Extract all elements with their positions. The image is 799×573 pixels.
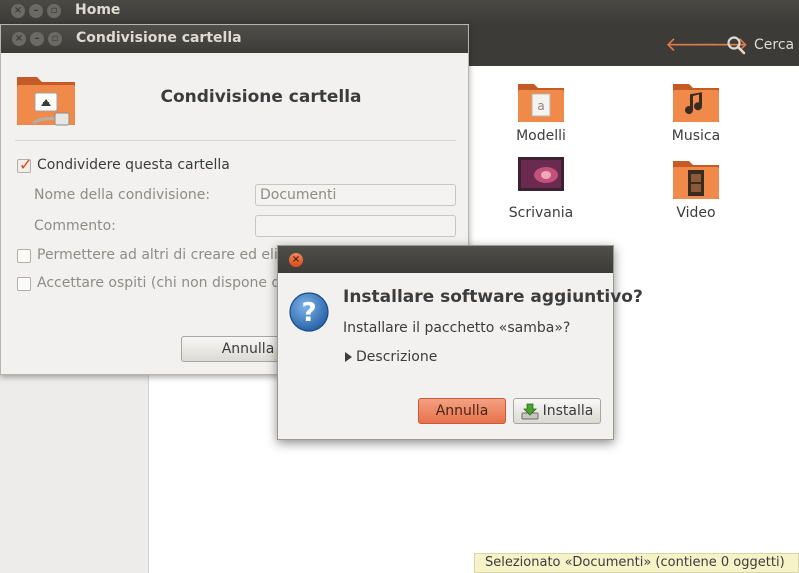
download-icon <box>521 403 539 420</box>
folder-modelli[interactable]: a Modelli <box>486 78 596 144</box>
svg-text:?: ? <box>301 298 316 328</box>
checkmark-icon: ✓ <box>19 155 33 174</box>
install-dialog-message: Installare il pacchetto «samba»? <box>343 320 571 336</box>
close-dialog-icon[interactable]: × <box>289 253 303 267</box>
share-name-label: Nome della condivisione: <box>34 187 211 203</box>
maximize-window-icon[interactable]: ▫ <box>47 4 61 18</box>
description-expander[interactable]: Descrizione <box>356 349 437 365</box>
file-manager-titlebar: × – ▫ Home <box>0 0 799 24</box>
divider <box>15 140 456 141</box>
share-dialog-title: Condivisione cartella <box>76 30 242 46</box>
video-folder-icon <box>673 161 719 199</box>
desktop-folder-icon <box>518 157 564 191</box>
file-item-label: Musica <box>671 128 721 144</box>
share-folder-checkbox[interactable]: ✓ <box>17 155 33 174</box>
install-button-label: Installa <box>542 403 594 419</box>
install-button[interactable]: Installa <box>513 398 601 424</box>
file-item-label: Modelli <box>516 128 566 144</box>
comment-label: Commento: <box>34 218 116 234</box>
file-manager-title: Home <box>75 2 121 18</box>
question-icon: ? <box>289 292 329 332</box>
svg-text:a: a <box>537 99 544 113</box>
music-folder-icon <box>673 84 719 122</box>
folder-video[interactable]: Video <box>641 155 751 221</box>
share-folder-label[interactable]: Condividere questa cartella <box>37 157 230 173</box>
maximize-dialog-icon[interactable]: ▫ <box>48 32 62 46</box>
install-dialog-heading: Installare software aggiuntivo? <box>343 287 643 307</box>
search-icon[interactable] <box>726 35 746 55</box>
guest-access-checkbox[interactable] <box>17 277 31 291</box>
search-button-label[interactable]: Cerca <box>754 37 794 53</box>
share-dialog-titlebar: × – ▫ Condivisione cartella <box>1 25 468 53</box>
folder-musica[interactable]: Musica <box>641 78 751 144</box>
allow-others-label[interactable]: Permettere ad altri di creare ed elim <box>37 247 291 263</box>
share-name-field[interactable]: Documenti <box>255 184 456 206</box>
templates-folder-icon: a <box>518 84 564 122</box>
status-bar: Selezionato «Documenti» (contiene 0 ogge… <box>474 553 799 573</box>
comment-field[interactable] <box>255 215 456 237</box>
file-item-label: Video <box>676 205 716 221</box>
shared-folder-icon <box>17 77 75 126</box>
install-dialog-titlebar: × <box>278 246 613 273</box>
file-item-label: Scrivania <box>508 205 574 221</box>
install-software-dialog: × ? Installare software aggiuntivo? Inst… <box>277 245 643 440</box>
expander-arrow-icon[interactable] <box>345 352 352 362</box>
folder-scrivania[interactable]: Scrivania <box>486 155 596 221</box>
allow-others-checkbox[interactable] <box>17 249 31 263</box>
close-window-icon[interactable]: × <box>11 4 25 18</box>
minimize-window-icon[interactable]: – <box>29 4 43 18</box>
guest-access-label[interactable]: Accettare ospiti (chi non dispone di <box>37 275 284 291</box>
share-dialog-heading: Condivisione cartella <box>160 87 362 107</box>
install-cancel-button[interactable]: Annulla <box>418 398 506 424</box>
minimize-dialog-icon[interactable]: – <box>30 32 44 46</box>
close-dialog-icon[interactable]: × <box>12 32 26 46</box>
